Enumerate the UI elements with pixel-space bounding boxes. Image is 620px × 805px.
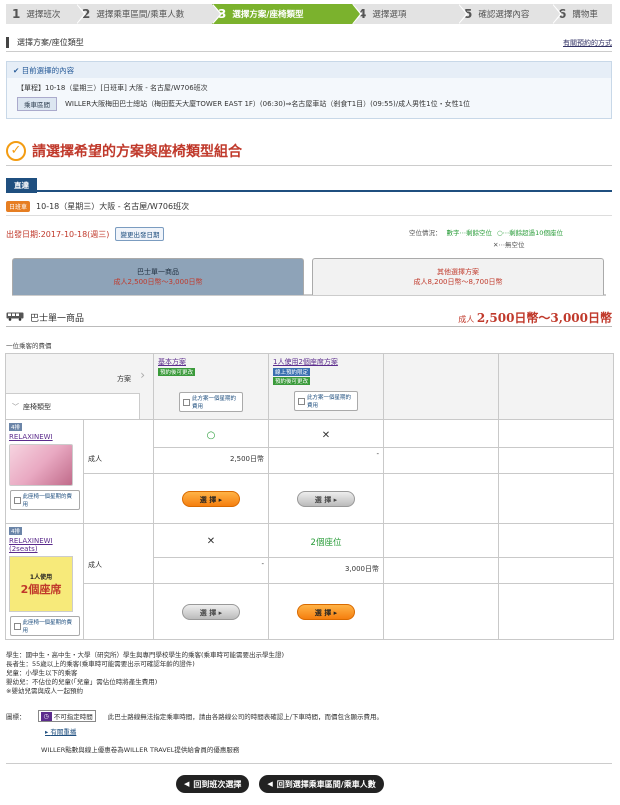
tab-bus-only[interactable]: 巴士單一商品 成人2,500日幣～3,000日幣: [12, 258, 304, 295]
availability-cell: ✕: [153, 523, 269, 558]
changeable-tag: 預約後可更改: [273, 377, 311, 385]
per-person-note: 一位乘客的費價: [6, 342, 52, 350]
product-row: 巴士單一商品 成人 2,500日幣～3,000日幣: [6, 309, 612, 327]
select-button[interactable]: 選 擇 ▸: [297, 603, 355, 620]
price-cell: 3,000日幣: [268, 557, 384, 584]
select-button-disabled: 選 擇 ▸: [297, 490, 355, 507]
back-to-section-button[interactable]: ◀ 回到選擇乘車區間/乘車人數: [259, 775, 384, 793]
legend-link[interactable]: ▸ 有關重播: [45, 726, 383, 736]
passenger-type: 成人: [83, 419, 154, 474]
checkmark-circle-icon: ✓: [6, 140, 26, 161]
seat-type-link[interactable]: RELAXINEWI: [9, 433, 80, 441]
divider: [6, 763, 612, 764]
main-title: ✓ 請選擇希望的方案與座椅類型組合: [6, 136, 612, 166]
back-to-trip-button[interactable]: ◀ 回到班次選擇: [176, 775, 250, 793]
seat-week-price-button[interactable]: 此座椅一個星期的費用: [9, 490, 80, 510]
reservation-help-link[interactable]: 有關預約的方式: [563, 38, 612, 48]
select-button[interactable]: 選 擇 ▸: [182, 490, 240, 507]
current-selection-header[interactable]: ✔ 目前選擇的內容: [7, 62, 611, 78]
section-title: 選擇方案/座位類型: [6, 37, 84, 48]
section-header: 選擇方案/座位類型 有關預約的方式: [6, 34, 612, 52]
step-progress-bar: 1 選擇班次 2 選擇乘車區間/乘車人數 3 選擇方案/座椅類型 4 選擇選項 5 確認選…: [6, 4, 612, 24]
departure-date: 出發日期:2017-10-18(週三) 變更出發日期: [6, 227, 165, 241]
step-1: 1 選擇班次: [6, 4, 86, 24]
icon-legend: 圖標： ◷ 不可指定時間 此巴士路線無法指定乘車時間，請由各路線公司的時間表確認上…: [6, 710, 383, 754]
table-header-corner: 方案 › ﹀ 座椅類型: [5, 353, 154, 420]
check-icon: ✔: [13, 65, 20, 75]
product-tabs: 巴士單一商品 成人2,500日幣～3,000日幣 其他選擇方案 成人8,200日…: [12, 258, 606, 296]
route-tag: 乘車區間: [17, 97, 57, 111]
current-route-line: 乘車區間 WILLER大阪梅田巴士總站（梅田藍天大廈TOWER EAST 1F）…: [7, 93, 611, 111]
seat-image: [9, 444, 73, 486]
seat-type-link[interactable]: RELAXINEWI (2seats): [9, 537, 80, 553]
plan-week-price-button[interactable]: 此方案一個星期的費用: [179, 392, 243, 412]
tab-other-plans[interactable]: 其他選擇方案 成人8,200日幣～8,700日幣: [312, 258, 604, 295]
plan-seat-table: 方案 › ﹀ 座椅類型 基本方案 預約後可更改 此方案一個星期的費用 1人使用2個…: [5, 353, 614, 640]
seat-type-cell: 4排 RELAXINEWI (2seats) 1人使用 2個座席 此座椅一個星期的…: [5, 523, 84, 640]
availability-legend: 空位情況： 數字⋯剩餘空位 ○⋯剩餘超過10個座位 ✕⋯無空位: [409, 229, 563, 249]
product-name: 巴士單一商品: [30, 314, 85, 324]
plan-two-seats: 1人使用2個座席方案 線上預約限定 預約後可更改 此方案一個星期的費用: [268, 353, 384, 420]
calendar-icon: [13, 496, 21, 504]
step-3-active: 3 選擇方案/座椅類型: [212, 4, 362, 24]
clock-icon: ◷: [40, 711, 52, 721]
arrow-left-icon: ◀: [184, 780, 190, 788]
current-trip-line: 【單程】10-18（星期三）[日班車] 大阪 - 名古屋/W706班次: [17, 84, 208, 92]
step-2: 2 選擇乘車區間/乘車人數: [76, 4, 222, 24]
seat-week-price-button[interactable]: 此座椅一個星期的費用: [9, 616, 80, 636]
plan-basic: 基本方案 預約後可更改 此方案一個星期的費用: [153, 353, 269, 420]
passenger-notes: 學生：國中生・高中生・大學（研究所）學生與專門學校學生的乘客(乘車時可能需要出示…: [6, 651, 285, 695]
bus-icon: [6, 312, 24, 324]
calendar-icon: [13, 622, 21, 630]
empty-plan-column: [498, 353, 614, 420]
price-cell: -: [268, 447, 384, 474]
plan-week-price-button[interactable]: 此方案一個星期的費用: [294, 391, 358, 411]
route-detail: WILLER大阪梅田巴士總站（梅田藍天大廈TOWER EAST 1F）(06:3…: [65, 100, 471, 108]
seat-header: ﹀ 座椅類型: [6, 393, 140, 419]
step-4: 4 選擇選項: [352, 4, 468, 24]
empty-plan-column: [383, 353, 499, 420]
day-bus-badge: 日班車: [6, 201, 31, 212]
current-selection-box: ✔ 目前選擇的內容 【單程】10-18（星期三）[日班車] 大阪 - 名古屋/W…: [6, 61, 612, 119]
nav-buttons: ◀ 回到班次選擇 ◀ 回到選擇乘車區間/乘車人數: [176, 775, 384, 793]
trip-text: 10-18（星期三）大阪 - 名古屋/W706班次: [36, 202, 190, 211]
online-only-tag: 線上預約限定: [273, 368, 311, 376]
select-button-disabled: 選 擇 ▸: [182, 603, 240, 620]
chevron-right-icon: ›: [140, 368, 145, 382]
plan-header: 方案: [117, 375, 131, 383]
availability-cell: 2個座位: [268, 523, 384, 558]
step-5: 5 確認選擇內容: [458, 4, 562, 24]
change-date-button[interactable]: 變更出發日期: [115, 227, 165, 241]
seat-image-two-seats: 1人使用 2個座席: [9, 556, 73, 612]
plan-two-seats-link[interactable]: 1人使用2個座席方案: [273, 358, 338, 366]
seat-type-cell: 4排 RELAXINEWI 此座椅一個星期的費用: [5, 419, 84, 524]
calendar-icon: [298, 397, 305, 405]
availability-cell: ○: [153, 419, 269, 448]
plan-basic-link[interactable]: 基本方案: [158, 358, 186, 366]
direct-label-bar: 直達: [6, 178, 612, 193]
calendar-icon: [183, 398, 190, 406]
product-price: 成人 2,500日幣～3,000日幣: [458, 311, 612, 325]
arrow-left-icon: ◀: [267, 780, 273, 788]
time-unspecified-tag: ◷ 不可指定時間: [37, 710, 96, 722]
chevron-down-icon: ﹀: [12, 402, 19, 411]
passenger-type: 成人: [83, 523, 154, 584]
availability-cell: ✕: [268, 419, 384, 448]
price-cell: -: [153, 557, 269, 584]
trip-info: 日班車 10-18（星期三）大阪 - 名古屋/W706班次: [6, 198, 612, 216]
price-cell: 2,500日幣: [153, 447, 269, 474]
changeable-tag: 預約後可更改: [158, 368, 196, 376]
